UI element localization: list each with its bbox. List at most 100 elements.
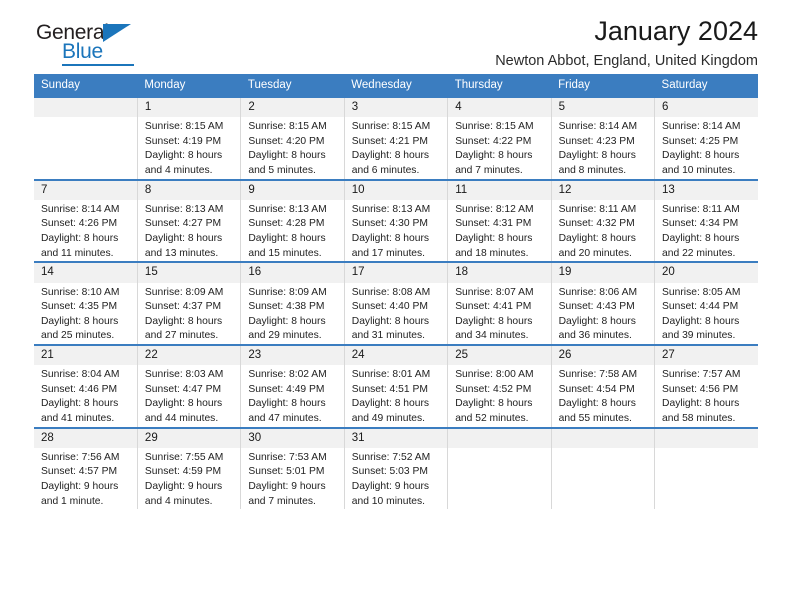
- calendar-day-cell[interactable]: 12 Sunrise: 8:11 AM Sunset: 4:32 PM Dayligh…: [551, 178, 656, 263]
- day-details: Sunrise: 8:15 AM Sunset: 4:22 PM Daylight:…: [448, 117, 550, 178]
- sunset-text: Sunset: 4:57 PM: [41, 466, 118, 478]
- daylight-text-line1: Daylight: 8 hours: [558, 233, 636, 245]
- sunset-text: Sunset: 4:44 PM: [662, 301, 739, 313]
- daycell: 6 Sunrise: 8:14 AM Sunset: 4:25 PM Daylight…: [655, 98, 758, 179]
- day-details: Sunrise: 7:57 AM Sunset: 4:56 PM Daylight:…: [655, 365, 758, 426]
- calendar-day-cell[interactable]: 27 Sunrise: 7:57 AM Sunset: 4:56 PM Dayligh…: [654, 343, 758, 428]
- daycell: 25 Sunrise: 8:00 AM Sunset: 4:52 PM Dayligh…: [448, 345, 551, 427]
- calendar-day-cell[interactable]: 14 Sunrise: 8:10 AM Sunset: 4:35 PM Dayligh…: [34, 261, 138, 345]
- day-number: [655, 428, 758, 448]
- calendar-day-cell[interactable]: 9 Sunrise: 8:13 AM Sunset: 4:28 PM Daylight…: [240, 178, 345, 263]
- calendar-day-cell[interactable]: 11 Sunrise: 8:12 AM Sunset: 4:31 PM Dayligh…: [447, 178, 552, 263]
- calendar-day-cell[interactable]: 19 Sunrise: 8:06 AM Sunset: 4:43 PM Dayligh…: [551, 261, 656, 345]
- sunset-text: Sunset: 4:21 PM: [351, 135, 428, 147]
- day-number: 11: [448, 180, 551, 200]
- weekday-header-thursday: Thursday: [447, 74, 552, 97]
- daylight-text-line2: and 34 minutes.: [455, 330, 529, 342]
- daylight-text-line2: and 4 minutes.: [144, 165, 213, 177]
- calendar-day-cell[interactable]: 26 Sunrise: 7:58 AM Sunset: 4:54 PM Dayligh…: [551, 343, 656, 428]
- daycell: 28 Sunrise: 7:56 AM Sunset: 4:57 PM Dayligh…: [34, 428, 137, 510]
- daylight-text-line2: and 7 minutes.: [455, 165, 523, 177]
- sunrise-text: Sunrise: 8:09 AM: [248, 286, 327, 298]
- calendar-day-cell[interactable]: 31 Sunrise: 7:52 AM Sunset: 5:03 PM Dayligh…: [344, 426, 449, 510]
- daylight-text-line1: Daylight: 8 hours: [662, 150, 740, 162]
- daycell: 23 Sunrise: 8:02 AM Sunset: 4:49 PM Dayligh…: [241, 345, 344, 427]
- daycell: 3 Sunrise: 8:15 AM Sunset: 4:21 PM Daylight…: [344, 98, 448, 179]
- day-number: 5: [551, 98, 655, 118]
- weekday-header-sunday: Sunday: [34, 74, 138, 97]
- calendar-day-cell[interactable]: 28 Sunrise: 7:56 AM Sunset: 4:57 PM Dayligh…: [34, 426, 138, 510]
- calendar-day-cell[interactable]: 1 Sunrise: 8:15 AM Sunset: 4:19 PM Daylight…: [137, 96, 242, 180]
- calendar-day-cell[interactable]: 4 Sunrise: 8:15 AM Sunset: 4:22 PM Daylight…: [447, 96, 552, 180]
- daycell: 17 Sunrise: 8:08 AM Sunset: 4:40 PM Dayligh…: [344, 263, 448, 344]
- sunrise-text: Sunrise: 8:04 AM: [41, 369, 120, 381]
- calendar-day-cell[interactable]: 22 Sunrise: 8:03 AM Sunset: 4:47 PM Dayligh…: [137, 343, 242, 428]
- daycell: 30 Sunrise: 7:53 AM Sunset: 5:01 PM Dayligh…: [241, 428, 344, 510]
- sunset-text: Sunset: 4:54 PM: [558, 383, 635, 395]
- calendar-day-cell[interactable]: 10 Sunrise: 8:13 AM Sunset: 4:30 PM Dayligh…: [344, 178, 449, 263]
- daylight-text-line2: and 8 minutes.: [558, 165, 627, 177]
- day-number: 31: [344, 428, 448, 448]
- sunrise-text: Sunrise: 8:13 AM: [144, 203, 224, 215]
- sunset-text: Sunset: 4:28 PM: [248, 218, 325, 230]
- calendar-week-row: 14 Sunrise: 8:10 AM Sunset: 4:35 PM Dayligh…: [34, 261, 758, 345]
- daylight-text-line2: and 36 minutes.: [558, 330, 632, 342]
- calendar-day-cell[interactable]: 2 Sunrise: 8:15 AM Sunset: 4:20 PM Daylight…: [240, 96, 345, 180]
- daylight-text-line2: and 27 minutes.: [144, 330, 219, 342]
- day-details: Sunrise: 7:58 AM Sunset: 4:54 PM Daylight:…: [552, 365, 654, 426]
- calendar-day-cell[interactable]: 18 Sunrise: 8:07 AM Sunset: 4:41 PM Dayligh…: [447, 261, 552, 345]
- daycell: 14 Sunrise: 8:10 AM Sunset: 4:35 PM Dayligh…: [34, 263, 137, 344]
- day-number: [448, 428, 551, 448]
- calendar-day-cell[interactable]: 5 Sunrise: 8:14 AM Sunset: 4:23 PM Daylight…: [551, 96, 656, 180]
- calendar-day-cell[interactable]: 3 Sunrise: 8:15 AM Sunset: 4:21 PM Daylight…: [344, 96, 449, 180]
- sunrise-text: Sunrise: 8:14 AM: [662, 121, 741, 133]
- title-block: January 2024 Newton Abbot, England, Unit…: [495, 16, 758, 69]
- day-number: 19: [551, 263, 655, 283]
- calendar-day-cell[interactable]: 24 Sunrise: 8:01 AM Sunset: 4:51 PM Dayligh…: [344, 343, 449, 428]
- sunrise-text: Sunrise: 8:15 AM: [351, 121, 431, 133]
- calendar-day-cell[interactable]: 17 Sunrise: 8:08 AM Sunset: 4:40 PM Dayligh…: [344, 261, 449, 345]
- calendar-day-cell[interactable]: 20 Sunrise: 8:05 AM Sunset: 4:44 PM Dayligh…: [654, 261, 758, 345]
- day-details: Sunrise: 8:04 AM Sunset: 4:46 PM Daylight:…: [34, 365, 137, 426]
- calendar-week-row: 21 Sunrise: 8:04 AM Sunset: 4:46 PM Dayligh…: [34, 343, 758, 428]
- daycell: 8 Sunrise: 8:13 AM Sunset: 4:27 PM Daylight…: [137, 180, 241, 262]
- day-details: Sunrise: 8:13 AM Sunset: 4:28 PM Daylight:…: [241, 200, 343, 261]
- daylight-text-line2: and 1 minute.: [41, 495, 104, 507]
- day-details: Sunrise: 8:13 AM Sunset: 4:30 PM Daylight:…: [345, 200, 447, 261]
- calendar-day-cell[interactable]: 23 Sunrise: 8:02 AM Sunset: 4:49 PM Dayligh…: [240, 343, 345, 428]
- calendar-day-cell[interactable]: 8 Sunrise: 8:13 AM Sunset: 4:27 PM Daylight…: [137, 178, 242, 263]
- calendar-day-cell[interactable]: 7 Sunrise: 8:14 AM Sunset: 4:26 PM Daylight…: [34, 178, 138, 263]
- sunset-text: Sunset: 4:59 PM: [144, 466, 222, 478]
- daylight-text-line2: and 5 minutes.: [248, 165, 316, 177]
- day-details: Sunrise: 8:10 AM Sunset: 4:35 PM Daylight:…: [34, 283, 137, 344]
- daylight-text-line2: and 58 minutes.: [662, 413, 736, 425]
- daylight-text-line1: Daylight: 8 hours: [351, 233, 430, 245]
- daycell: 7 Sunrise: 8:14 AM Sunset: 4:26 PM Daylight…: [34, 180, 137, 262]
- daylight-text-line1: Daylight: 8 hours: [248, 150, 326, 162]
- sunset-text: Sunset: 4:56 PM: [662, 383, 739, 395]
- daycell: [551, 428, 655, 510]
- day-number: [551, 428, 655, 448]
- calendar-page: General Blue January 2024 Newton Abbot, …: [0, 0, 792, 612]
- calendar-day-cell[interactable]: 21 Sunrise: 8:04 AM Sunset: 4:46 PM Dayligh…: [34, 343, 138, 428]
- logo-triangle-icon: [103, 24, 131, 42]
- calendar-day-cell[interactable]: 29 Sunrise: 7:55 AM Sunset: 4:59 PM Dayligh…: [137, 426, 242, 510]
- daylight-text-line2: and 6 minutes.: [351, 165, 420, 177]
- weekday-header-saturday: Saturday: [654, 74, 758, 97]
- day-details: Sunrise: 8:14 AM Sunset: 4:26 PM Daylight:…: [34, 200, 137, 261]
- calendar-day-cell[interactable]: 15 Sunrise: 8:09 AM Sunset: 4:37 PM Dayligh…: [137, 261, 242, 345]
- daylight-text-line1: Daylight: 8 hours: [662, 315, 740, 327]
- calendar-day-cell[interactable]: 13 Sunrise: 8:11 AM Sunset: 4:34 PM Dayligh…: [654, 178, 758, 263]
- day-number: 15: [137, 263, 241, 283]
- day-details: Sunrise: 8:11 AM Sunset: 4:32 PM Daylight:…: [552, 200, 654, 261]
- daylight-text-line1: Daylight: 8 hours: [455, 233, 533, 245]
- calendar-day-cell[interactable]: 16 Sunrise: 8:09 AM Sunset: 4:38 PM Dayligh…: [240, 261, 345, 345]
- calendar-day-cell[interactable]: 25 Sunrise: 8:00 AM Sunset: 4:52 PM Dayligh…: [447, 343, 552, 428]
- calendar-day-cell[interactable]: 6 Sunrise: 8:14 AM Sunset: 4:25 PM Daylight…: [654, 96, 758, 180]
- page-subtitle: Newton Abbot, England, United Kingdom: [495, 53, 758, 70]
- day-number: 10: [344, 180, 448, 200]
- sunset-text: Sunset: 4:27 PM: [144, 218, 222, 230]
- day-details: Sunrise: 7:55 AM Sunset: 4:59 PM Daylight:…: [138, 448, 240, 509]
- general-blue-logo[interactable]: General Blue: [36, 22, 146, 70]
- calendar-day-cell[interactable]: 30 Sunrise: 7:53 AM Sunset: 5:01 PM Dayligh…: [240, 426, 345, 510]
